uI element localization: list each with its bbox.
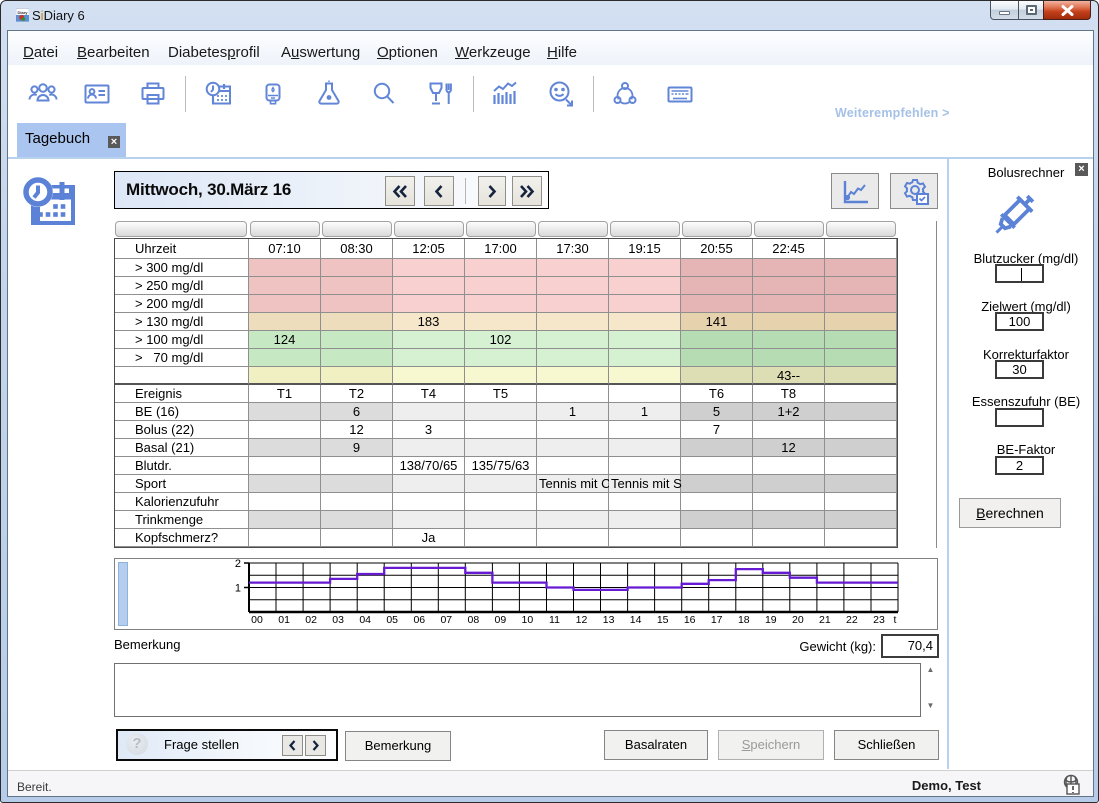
svg-text:18: 18 [738, 614, 750, 626]
svg-text:03: 03 [332, 614, 344, 626]
svg-text:08: 08 [468, 614, 480, 626]
svg-text:01: 01 [278, 614, 290, 626]
svg-text:00: 00 [251, 614, 263, 626]
svg-text:23: 23 [873, 614, 885, 626]
svg-text:14: 14 [630, 614, 642, 626]
svg-text:15: 15 [657, 614, 669, 626]
svg-text:11: 11 [549, 614, 560, 626]
svg-text:13: 13 [603, 614, 615, 626]
svg-text:20: 20 [792, 614, 804, 626]
svg-text:12: 12 [576, 614, 588, 626]
svg-text:05: 05 [386, 614, 398, 626]
svg-text:Diary: Diary [17, 10, 28, 15]
svg-text:19: 19 [765, 614, 777, 626]
svg-text:21: 21 [819, 614, 831, 626]
svg-text:16: 16 [684, 614, 696, 626]
svg-text:t: t [894, 614, 897, 626]
svg-text:22: 22 [846, 614, 858, 626]
svg-text:07: 07 [440, 614, 452, 626]
svg-text:04: 04 [359, 614, 371, 626]
svg-text:02: 02 [305, 614, 317, 626]
svg-text:1: 1 [235, 583, 241, 595]
svg-text:09: 09 [495, 614, 507, 626]
svg-text:17: 17 [711, 614, 723, 626]
svg-text:10: 10 [522, 614, 534, 626]
svg-text:06: 06 [413, 614, 425, 626]
svg-text:2: 2 [235, 559, 241, 570]
